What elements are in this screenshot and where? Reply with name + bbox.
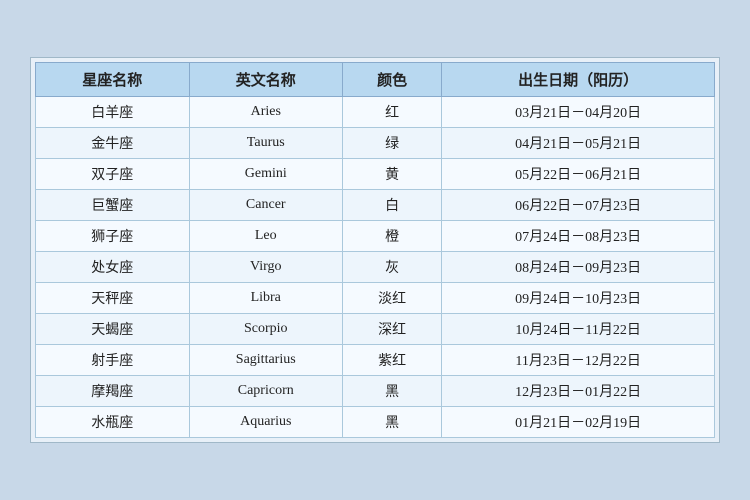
cell-4-3: 07月24日－08月23日 [442,221,715,252]
table-row: 天蝎座Scorpio深红10月24日－11月22日 [36,314,715,345]
cell-8-2: 紫红 [343,345,442,376]
cell-6-3: 09月24日－10月23日 [442,283,715,314]
cell-6-0: 天秤座 [36,283,190,314]
cell-0-1: Aries [189,97,343,128]
cell-5-3: 08月24日－09月23日 [442,252,715,283]
cell-9-2: 黑 [343,376,442,407]
cell-2-1: Gemini [189,159,343,190]
table-row: 白羊座Aries红03月21日－04月20日 [36,97,715,128]
cell-10-1: Aquarius [189,407,343,438]
cell-1-1: Taurus [189,128,343,159]
table-row: 天秤座Libra淡红09月24日－10月23日 [36,283,715,314]
cell-2-2: 黄 [343,159,442,190]
cell-8-1: Sagittarius [189,345,343,376]
table-row: 巨蟹座Cancer白06月22日－07月23日 [36,190,715,221]
cell-2-0: 双子座 [36,159,190,190]
cell-10-2: 黑 [343,407,442,438]
cell-0-3: 03月21日－04月20日 [442,97,715,128]
cell-3-3: 06月22日－07月23日 [442,190,715,221]
cell-3-2: 白 [343,190,442,221]
table-row: 处女座Virgo灰08月24日－09月23日 [36,252,715,283]
table-header-row: 星座名称英文名称颜色出生日期（阳历） [36,63,715,97]
cell-7-0: 天蝎座 [36,314,190,345]
cell-3-0: 巨蟹座 [36,190,190,221]
cell-1-2: 绿 [343,128,442,159]
cell-0-2: 红 [343,97,442,128]
table-row: 摩羯座Capricorn黑12月23日－01月22日 [36,376,715,407]
cell-10-3: 01月21日－02月19日 [442,407,715,438]
cell-6-2: 淡红 [343,283,442,314]
zodiac-table: 星座名称英文名称颜色出生日期（阳历） 白羊座Aries红03月21日－04月20… [35,62,715,438]
cell-7-3: 10月24日－11月22日 [442,314,715,345]
table-row: 狮子座Leo橙07月24日－08月23日 [36,221,715,252]
column-header: 英文名称 [189,63,343,97]
zodiac-table-container: 星座名称英文名称颜色出生日期（阳历） 白羊座Aries红03月21日－04月20… [30,57,720,443]
cell-9-3: 12月23日－01月22日 [442,376,715,407]
table-row: 双子座Gemini黄05月22日－06月21日 [36,159,715,190]
cell-5-2: 灰 [343,252,442,283]
cell-1-3: 04月21日－05月21日 [442,128,715,159]
table-row: 射手座Sagittarius紫红11月23日－12月22日 [36,345,715,376]
cell-4-2: 橙 [343,221,442,252]
cell-8-0: 射手座 [36,345,190,376]
table-row: 水瓶座Aquarius黑01月21日－02月19日 [36,407,715,438]
cell-5-1: Virgo [189,252,343,283]
cell-10-0: 水瓶座 [36,407,190,438]
cell-7-2: 深红 [343,314,442,345]
cell-7-1: Scorpio [189,314,343,345]
column-header: 颜色 [343,63,442,97]
cell-1-0: 金牛座 [36,128,190,159]
table-row: 金牛座Taurus绿04月21日－05月21日 [36,128,715,159]
cell-3-1: Cancer [189,190,343,221]
cell-8-3: 11月23日－12月22日 [442,345,715,376]
cell-0-0: 白羊座 [36,97,190,128]
column-header: 星座名称 [36,63,190,97]
cell-4-0: 狮子座 [36,221,190,252]
cell-5-0: 处女座 [36,252,190,283]
cell-9-0: 摩羯座 [36,376,190,407]
cell-6-1: Libra [189,283,343,314]
cell-2-3: 05月22日－06月21日 [442,159,715,190]
column-header: 出生日期（阳历） [442,63,715,97]
cell-9-1: Capricorn [189,376,343,407]
cell-4-1: Leo [189,221,343,252]
